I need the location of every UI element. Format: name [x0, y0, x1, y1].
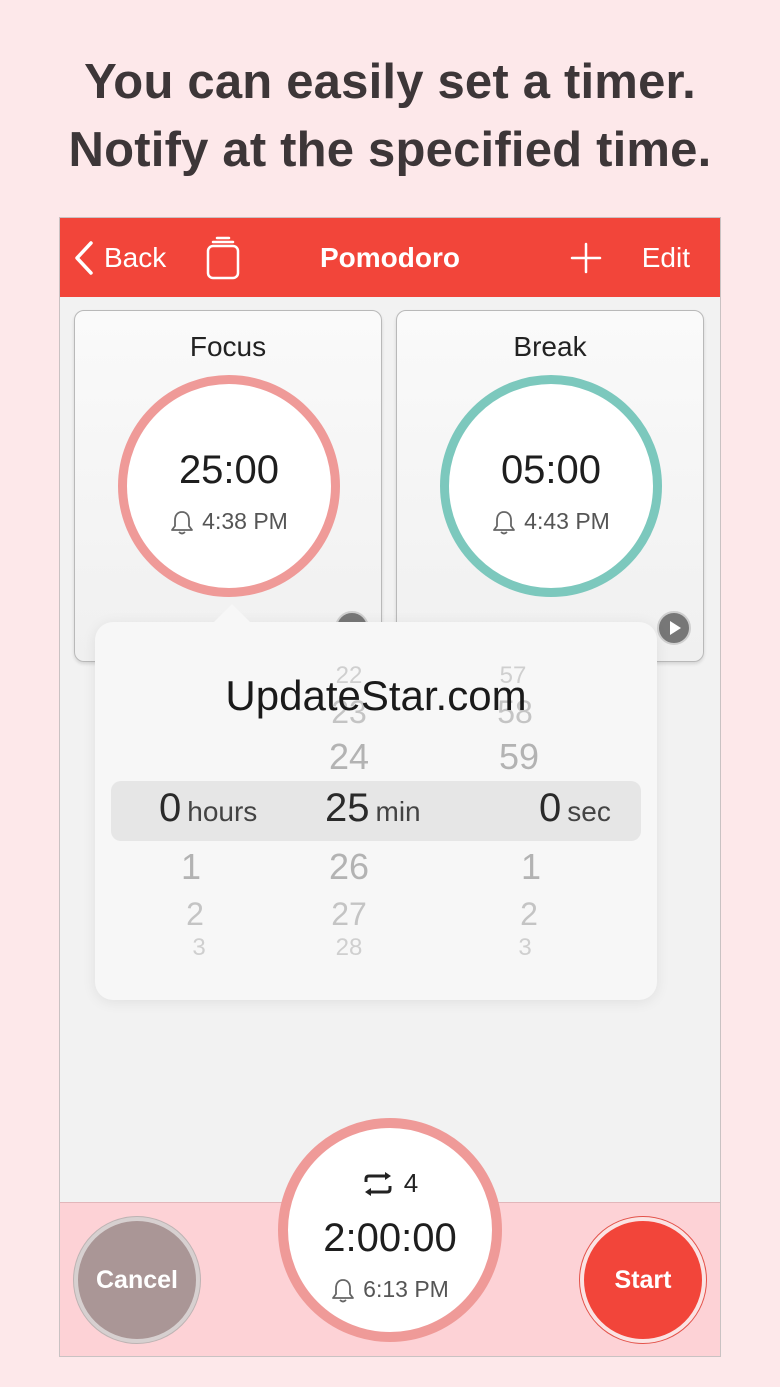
picker-seconds-option[interactable]: 3 [507, 934, 543, 962]
alarm-time: 4:38 PM [127, 508, 331, 535]
hours-unit: hours [187, 796, 258, 827]
picker-hours-option[interactable]: 2 [175, 896, 215, 933]
total-alarm: 6:13 PM [288, 1276, 492, 1303]
picker-seconds-option[interactable]: 2 [509, 896, 549, 933]
start-button[interactable]: Start [580, 1217, 706, 1343]
bell-icon [332, 1278, 355, 1302]
repeat-indicator: 4 [288, 1168, 492, 1199]
alarm-time-text: 4:43 PM [524, 508, 610, 534]
picker-seconds-selected[interactable]: 0 sec [539, 786, 611, 836]
headline-line-1: You can easily set a timer. [84, 55, 696, 109]
play-icon [670, 621, 681, 635]
break-timer-ring: 05:00 4:43 PM [440, 375, 662, 597]
picker-seconds-option[interactable]: 1 [511, 846, 551, 888]
focus-timer-ring: 25:00 4:38 PM [118, 375, 340, 597]
break-timer-card[interactable]: Break 05:00 4:43 PM [396, 310, 704, 662]
headline-line-2: Notify at the specified time. [68, 123, 712, 177]
navigation-bar: Back Pomodoro Edit [60, 218, 720, 297]
minutes-value: 25 [325, 786, 370, 830]
bell-icon [493, 510, 516, 534]
seconds-value: 0 [539, 786, 562, 830]
bell-icon [171, 510, 194, 534]
total-session-ring: 4 2:00:00 6:13 PM [278, 1118, 502, 1342]
timer-duration: 25:00 [178, 448, 280, 492]
picker-minutes-option[interactable]: 24 [315, 736, 383, 778]
play-button[interactable] [657, 611, 691, 645]
minutes-unit: min [375, 796, 421, 827]
seconds-unit: sec [567, 796, 611, 827]
timer-duration: 05:00 [500, 448, 602, 492]
alarm-time-text: 4:38 PM [202, 508, 288, 534]
picker-hours-selected[interactable]: 0 hours [159, 786, 257, 836]
picker-minutes-option[interactable]: 27 [317, 896, 381, 933]
picker-minutes-selected[interactable]: 25 min [325, 786, 421, 836]
alarm-time: 4:43 PM [449, 508, 653, 535]
watermark: UpdateStar.com [225, 672, 527, 719]
add-icon[interactable] [570, 242, 602, 274]
repeat-icon [364, 1171, 392, 1196]
picker-hours-option[interactable]: 3 [181, 934, 217, 962]
picker-minutes-option[interactable]: 28 [323, 934, 375, 962]
cancel-button[interactable]: Cancel [74, 1217, 200, 1343]
duration-picker-popover: 22 23 24 57 58 59 UpdateStar.com 0 hours… [95, 604, 657, 1000]
picker-hours-option[interactable]: 1 [171, 846, 211, 888]
card-title: Focus [189, 331, 267, 362]
page-title: Pomodoro [320, 242, 460, 273]
popover-arrow [212, 604, 252, 624]
edit-button[interactable]: Edit [642, 242, 690, 274]
total-alarm-text: 6:13 PM [363, 1276, 449, 1302]
hours-value: 0 [159, 786, 182, 830]
total-time: 2:00:00 [323, 1216, 457, 1260]
picker-seconds-option[interactable]: 59 [485, 736, 553, 778]
headline: You can easily set a timer. Notify at th… [0, 48, 780, 184]
picker-minutes-option[interactable]: 26 [315, 846, 383, 888]
repeat-count: 4 [403, 1168, 419, 1198]
card-title: Break [513, 331, 587, 362]
app-screen: Back Pomodoro Edit Focus 25:00 4:38 PM B… [59, 217, 721, 1357]
